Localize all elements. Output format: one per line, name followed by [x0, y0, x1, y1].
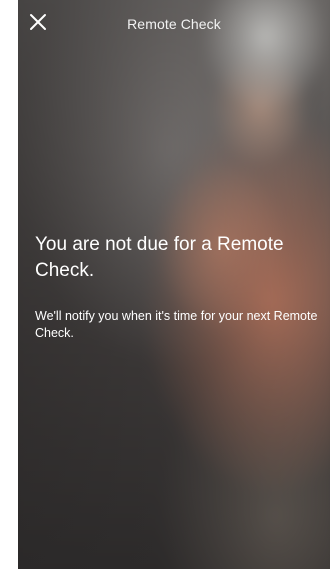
status-message: You are not due for a Remote Check. We'l…	[35, 232, 325, 342]
status-headline: You are not due for a Remote Check.	[35, 234, 284, 281]
page-title: Remote Check	[127, 16, 221, 32]
top-bar: Remote Check	[18, 0, 330, 48]
status-description: We'll notify you when it's time for your…	[35, 309, 318, 340]
remote-check-screen: Remote Check You are not due for a Remot…	[18, 0, 330, 569]
